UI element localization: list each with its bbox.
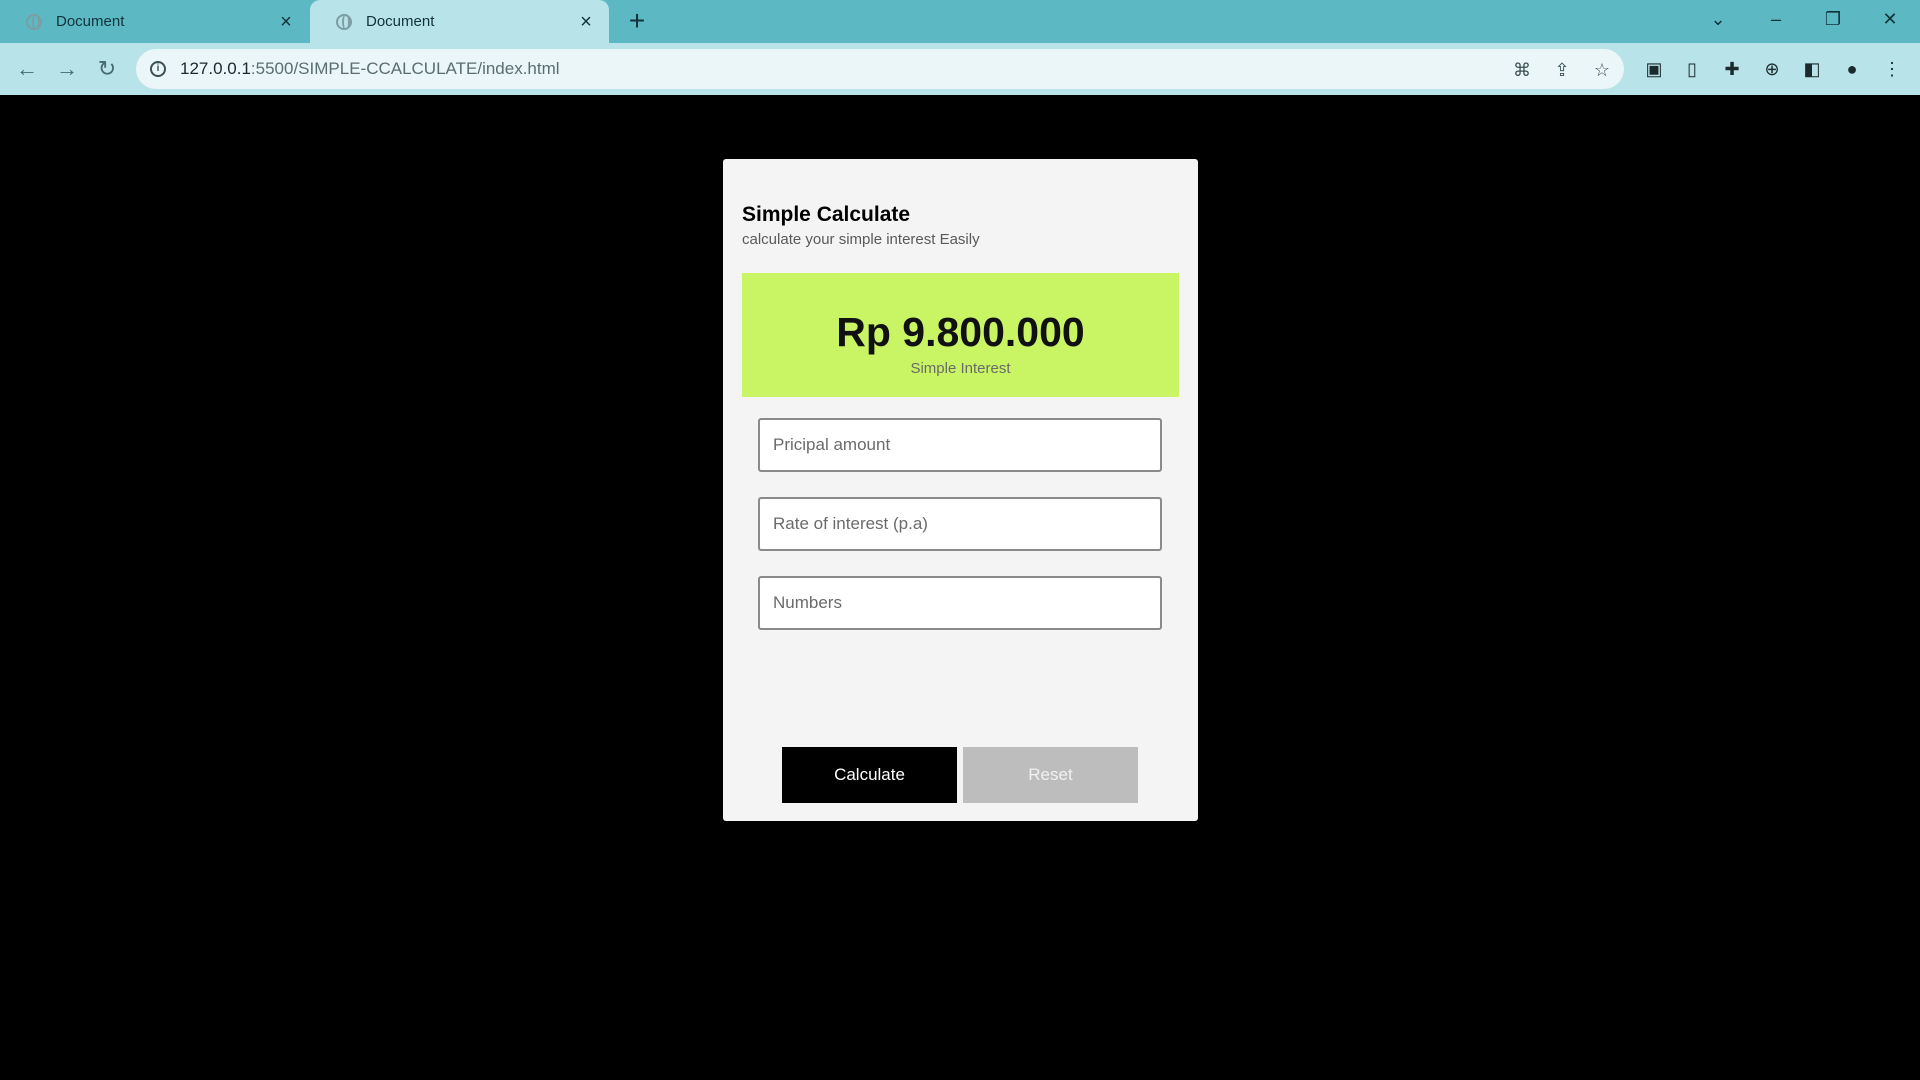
share-icon[interactable]: ⇪ xyxy=(1551,59,1573,81)
close-window-button[interactable]: ✕ xyxy=(1862,0,1918,40)
site-info-icon[interactable]: i xyxy=(150,61,166,77)
address-bar[interactable]: i 127.0.0.1:5500/SIMPLE-CCALCULATE/index… xyxy=(136,49,1624,89)
bookmark-star-icon[interactable]: ☆ xyxy=(1591,59,1613,81)
reset-button[interactable]: Reset xyxy=(963,747,1138,803)
tab-document-1[interactable]: Document × xyxy=(0,0,309,43)
url-text: 127.0.0.1:5500/SIMPLE-CCALCULATE/index.h… xyxy=(180,59,560,78)
minimize-button[interactable]: – xyxy=(1748,0,1804,40)
close-tab-icon[interactable]: × xyxy=(577,12,595,32)
tab-title: Document xyxy=(56,13,125,30)
calculator-card: Simple Calculate calculate your simple i… xyxy=(723,159,1198,821)
result-amount: Rp 9.800.000 xyxy=(836,309,1085,355)
tab-search-chevron-icon[interactable]: ⌄ xyxy=(1690,0,1746,40)
browser-toolbar: ← → ↻ i 127.0.0.1:5500/SIMPLE-CCALCULATE… xyxy=(0,43,1920,95)
tab-document-2[interactable]: Document × xyxy=(310,0,609,43)
reload-button[interactable]: ↻ xyxy=(91,53,123,85)
extension-icon[interactable]: ▯ xyxy=(1679,56,1705,82)
forward-button[interactable]: → xyxy=(51,53,83,85)
extension-icon[interactable]: ▣ xyxy=(1641,56,1667,82)
numbers-input[interactable] xyxy=(758,576,1162,630)
restore-button[interactable]: ❐ xyxy=(1805,0,1861,40)
tab-title: Document xyxy=(366,13,435,30)
principal-input[interactable] xyxy=(758,418,1162,472)
extensions-puzzle-icon[interactable]: ✚ xyxy=(1719,56,1745,82)
result-label: Simple Interest xyxy=(910,360,1011,377)
translate-icon[interactable]: ⌘ xyxy=(1511,59,1533,81)
menu-kebab-icon[interactable]: ⋮ xyxy=(1879,56,1905,82)
close-tab-icon[interactable]: × xyxy=(277,12,295,32)
page-viewport: Simple Calculate calculate your simple i… xyxy=(0,95,1920,1080)
result-panel: Rp 9.800.000 Simple Interest xyxy=(742,273,1179,397)
globe-icon xyxy=(26,13,42,30)
profile-avatar[interactable]: ● xyxy=(1839,56,1865,82)
side-panel-icon[interactable]: ◧ xyxy=(1799,56,1825,82)
back-button[interactable]: ← xyxy=(11,53,43,85)
globe-icon xyxy=(336,13,352,30)
new-tab-button[interactable]: + xyxy=(622,6,652,36)
tab-bar: Document × Document × + ⌄ – ❐ ✕ xyxy=(0,0,1920,43)
app-subtitle: calculate your simple interest Easily xyxy=(742,231,980,248)
calculate-button[interactable]: Calculate xyxy=(782,747,957,803)
app-title: Simple Calculate xyxy=(742,203,911,226)
download-icon[interactable]: ⊕ xyxy=(1759,56,1785,82)
rate-input[interactable] xyxy=(758,497,1162,551)
